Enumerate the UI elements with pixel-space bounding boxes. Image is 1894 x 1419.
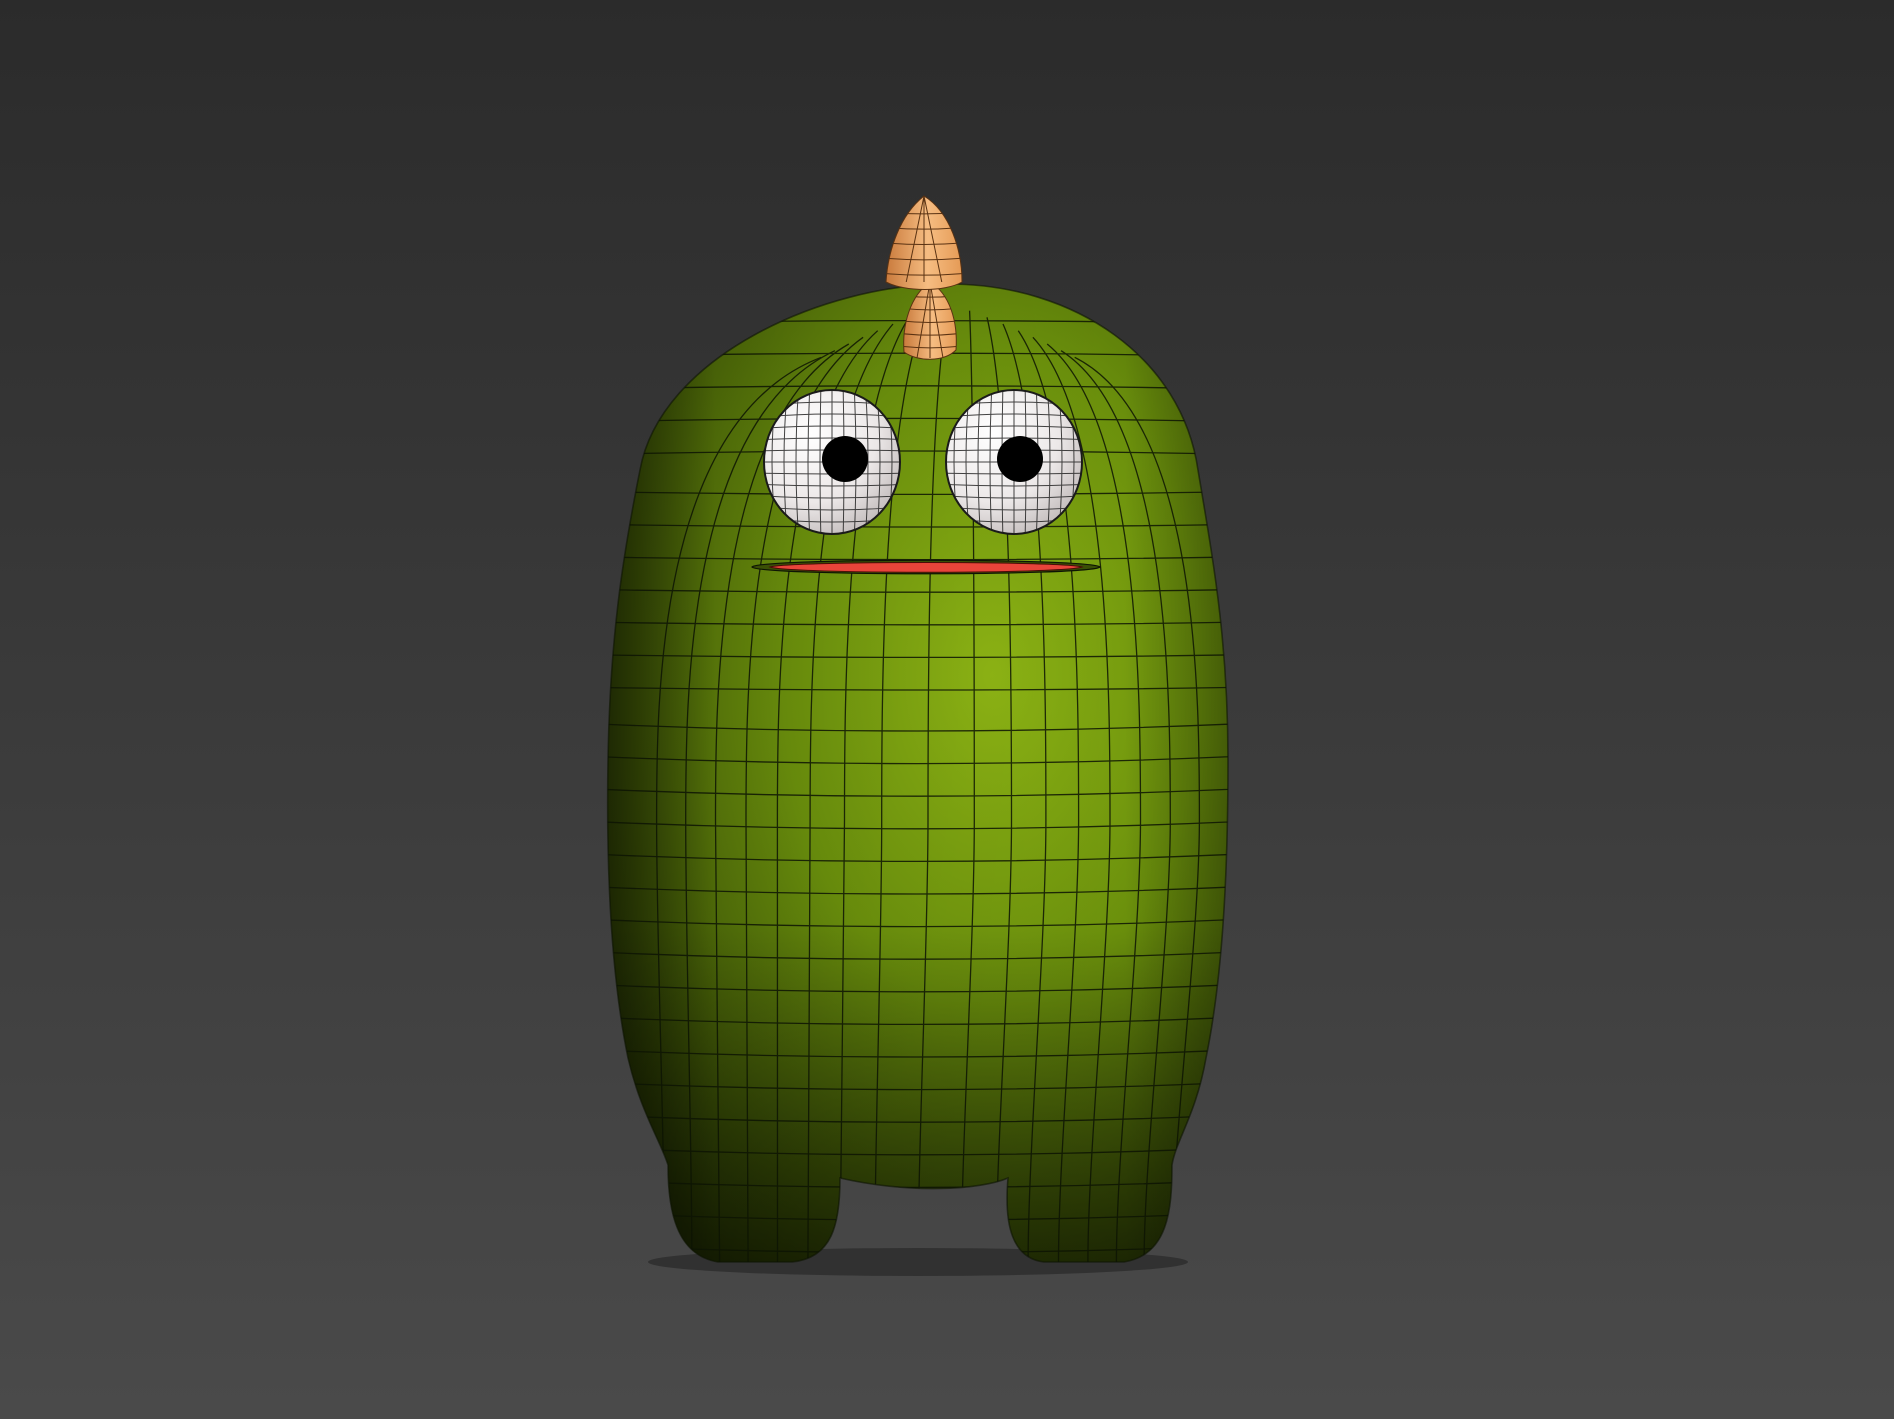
mouth-icon[interactable] — [751, 559, 1101, 575]
3d-viewport[interactable] — [0, 0, 1894, 1419]
pupil-icon — [822, 436, 868, 482]
monster-body[interactable] — [560, 280, 1270, 1270]
scene-render — [0, 0, 1894, 1419]
pupil-icon — [997, 436, 1043, 482]
